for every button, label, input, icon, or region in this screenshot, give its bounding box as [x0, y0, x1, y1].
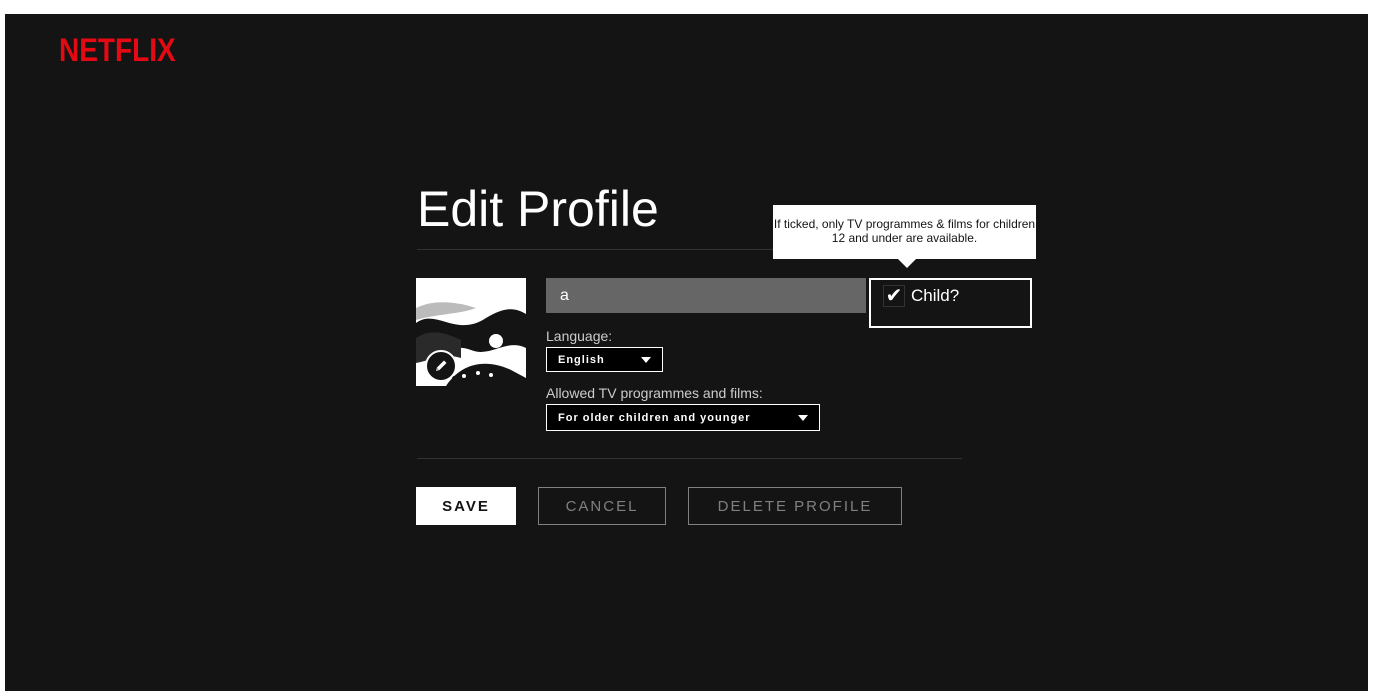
child-tooltip: If ticked, only TV programmes & films fo… [773, 205, 1036, 259]
save-button[interactable]: SAVE [416, 487, 516, 525]
caret-down-icon [641, 356, 651, 363]
language-dropdown[interactable]: English [546, 347, 663, 372]
language-selected-value: English [558, 353, 605, 366]
delete-profile-button[interactable]: DELETE PROFILE [688, 487, 902, 525]
netflix-logo[interactable]: NETFLIX [59, 32, 176, 69]
caret-down-icon [798, 414, 808, 421]
actions-divider [417, 458, 962, 459]
profile-name-input[interactable] [546, 278, 866, 313]
checkmark-icon[interactable]: ✔ [883, 285, 905, 307]
cancel-button[interactable]: CANCEL [538, 487, 666, 525]
language-label: Language: [546, 328, 613, 344]
maturity-dropdown[interactable]: For older children and younger [546, 404, 820, 431]
edit-avatar-button[interactable] [425, 350, 457, 382]
app-stage: NETFLIX Edit Profile If ticked, only TV … [5, 14, 1368, 691]
pencil-icon [436, 360, 447, 371]
page-title: Edit Profile [417, 181, 659, 237]
child-checkbox[interactable]: ✔ Child? [869, 278, 1032, 328]
child-checkbox-label: Child? [911, 286, 960, 305]
tooltip-arrow [898, 259, 916, 268]
maturity-label: Allowed TV programmes and films: [546, 385, 763, 401]
maturity-selected-value: For older children and younger [558, 411, 751, 424]
